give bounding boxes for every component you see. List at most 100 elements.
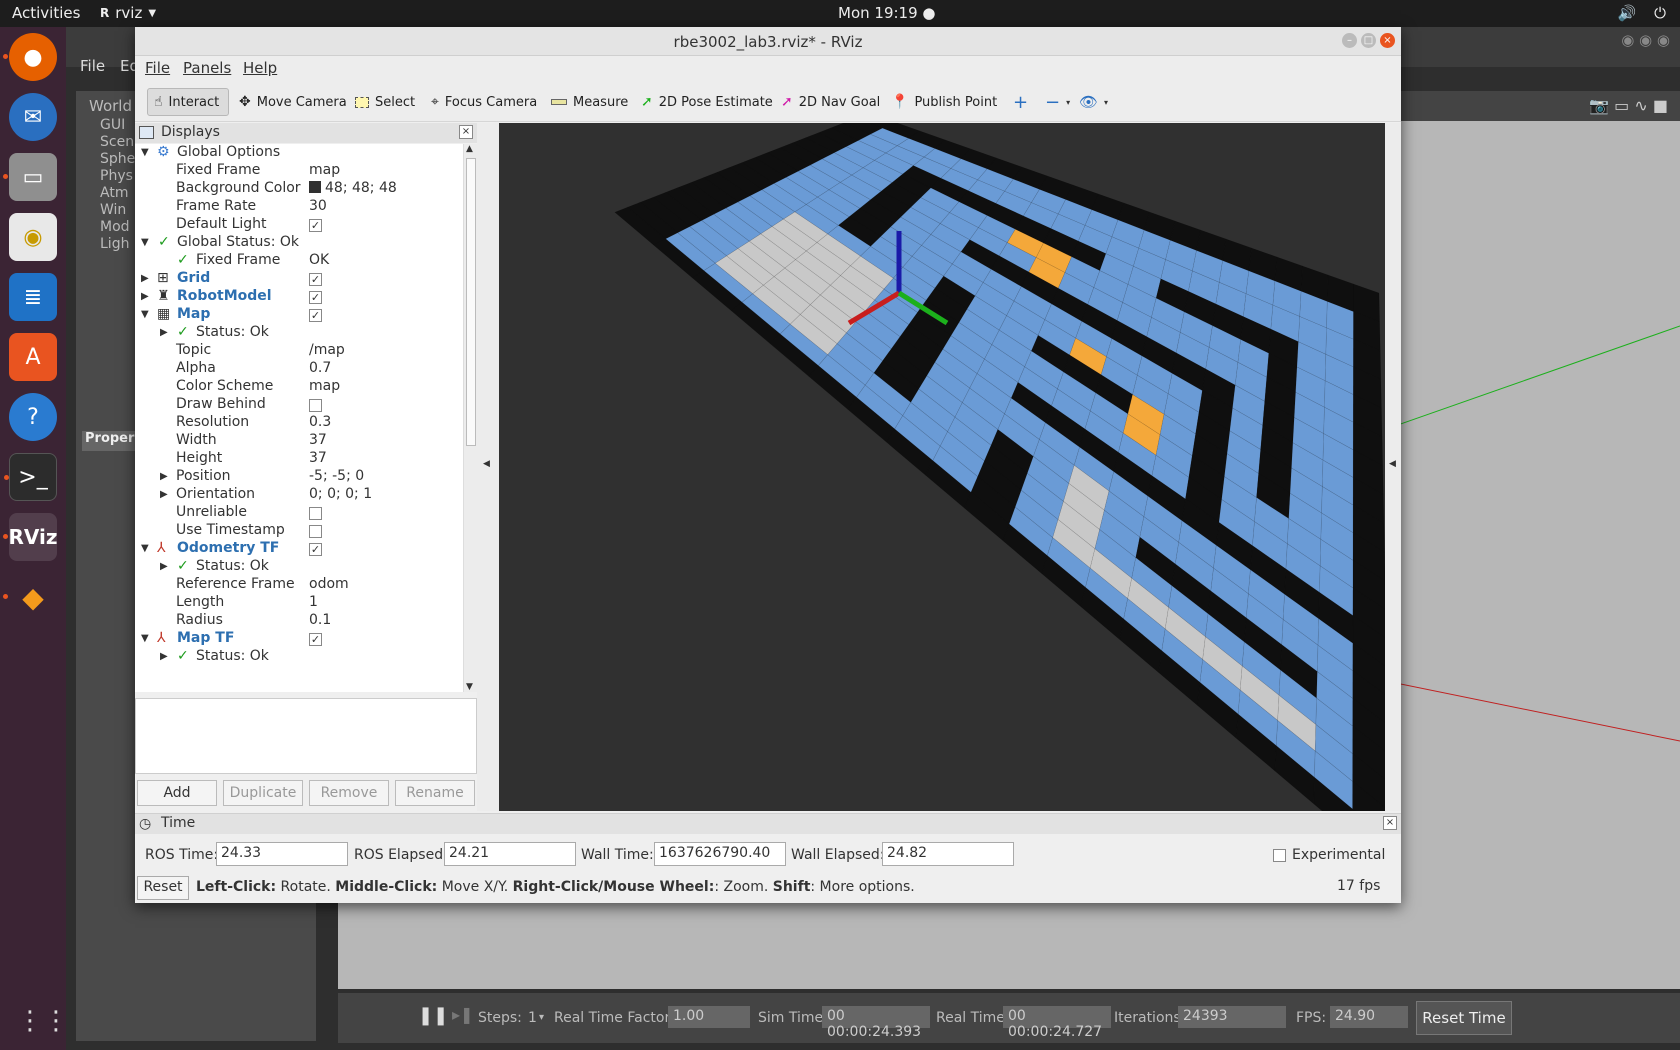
remove-tool-icon[interactable]: − ▾ bbox=[1039, 88, 1076, 116]
help-icon[interactable]: ? bbox=[9, 393, 57, 441]
tree-value-color[interactable]: 48; 48; 48 bbox=[309, 180, 397, 196]
gazebo-icon[interactable]: ◆ bbox=[3, 573, 57, 621]
scroll-down-icon[interactable]: ▼ bbox=[466, 682, 473, 692]
left-splitter[interactable]: ◀ bbox=[477, 123, 499, 811]
step-icon[interactable]: ▸❚ bbox=[452, 1005, 473, 1024]
maximize-icon[interactable]: □ bbox=[1361, 33, 1376, 48]
system-tray[interactable]: 🔊 ⏻ bbox=[1617, 4, 1666, 22]
tree-row-length[interactable]: Length 1 bbox=[135, 594, 463, 613]
tree-row-map[interactable]: ▼ ▦ Map ✓ bbox=[135, 306, 463, 325]
ros-elapsed-field[interactable]: 24.21 bbox=[444, 842, 576, 866]
gazebo-tree-item[interactable]: Scen bbox=[100, 134, 134, 150]
rviz-icon[interactable]: RViz bbox=[3, 513, 58, 561]
move-camera-tool[interactable]: ✥ Move Camera bbox=[233, 88, 353, 116]
expand-arrow-icon[interactable]: ▶ bbox=[141, 273, 149, 284]
gazebo-window-controls[interactable]: ◉ ◉ ◉ bbox=[1621, 31, 1670, 49]
expand-arrow-icon[interactable]: ▼ bbox=[141, 633, 149, 644]
app-menu[interactable]: R rviz ▼ bbox=[100, 4, 156, 22]
tree-value[interactable]: map bbox=[309, 162, 340, 178]
menu-help[interactable]: Help bbox=[243, 59, 277, 77]
expand-arrow-icon[interactable]: ▼ bbox=[141, 543, 149, 554]
gazebo-tree-item[interactable]: Phys bbox=[100, 168, 133, 184]
remove-button[interactable]: Remove bbox=[309, 780, 389, 806]
rename-button[interactable]: Rename bbox=[395, 780, 475, 806]
publish-point-tool[interactable]: 📍 Publish Point bbox=[885, 88, 1003, 116]
tree-row-grid[interactable]: ▶ ⊞ Grid ✓ bbox=[135, 270, 463, 289]
tree-row-color-scheme[interactable]: Color Scheme map bbox=[135, 378, 463, 397]
select-tool[interactable]: Select bbox=[349, 88, 421, 116]
tree-value[interactable]: 0.1 bbox=[309, 612, 331, 628]
focus-camera-tool[interactable]: ⌖ Focus Camera bbox=[425, 88, 543, 116]
tree-row-position[interactable]: ▶ Position -5; -5; 0 bbox=[135, 468, 463, 487]
tree-row-map-tf[interactable]: ▼ ⅄ Map TF ✓ bbox=[135, 630, 463, 649]
tree-value[interactable]: /map bbox=[309, 342, 345, 358]
duplicate-button[interactable]: Duplicate bbox=[223, 780, 303, 806]
terminal-icon[interactable]: >_ bbox=[4, 453, 57, 501]
interact-tool[interactable]: ☝ Interact bbox=[147, 88, 229, 116]
collapse-right-icon[interactable]: ◀ bbox=[1389, 459, 1396, 469]
tree-row-reference-frame[interactable]: Reference Frame odom bbox=[135, 576, 463, 595]
minimize-icon[interactable]: – bbox=[1342, 33, 1357, 48]
steps-value[interactable]: 1 bbox=[528, 1010, 537, 1026]
activities-button[interactable]: Activities bbox=[12, 4, 80, 22]
tree-value[interactable]: odom bbox=[309, 576, 349, 592]
tree-row-topic[interactable]: Topic/map bbox=[135, 342, 463, 361]
tree-row-alpha[interactable]: Alpha 0.7 bbox=[135, 360, 463, 379]
scrollbar-thumb[interactable] bbox=[466, 158, 476, 446]
odometry-tf-checkbox[interactable]: ✓ bbox=[309, 543, 322, 556]
tree-row-orientation[interactable]: ▶ Orientation 0; 0; 0; 1 bbox=[135, 486, 463, 505]
files-icon[interactable]: ▭ bbox=[3, 153, 57, 201]
expand-arrow-icon[interactable]: ▼ bbox=[141, 237, 149, 248]
expand-arrow-icon[interactable]: ▶ bbox=[160, 471, 168, 482]
experimental-checkbox[interactable] bbox=[1273, 848, 1286, 862]
camera-type-icon[interactable]: 👁 ▾ bbox=[1073, 88, 1114, 116]
tree-row-fixed-frame[interactable]: Fixed Frame map bbox=[135, 162, 463, 181]
collapse-left-icon[interactable]: ◀ bbox=[483, 459, 490, 469]
tree-row-width[interactable]: Width 37 bbox=[135, 432, 463, 451]
ros-time-field[interactable]: 24.33 bbox=[216, 842, 348, 866]
expand-arrow-icon[interactable]: ▶ bbox=[160, 327, 168, 338]
tree-row-height[interactable]: Height 37 bbox=[135, 450, 463, 469]
nav-goal-tool[interactable]: ➚ 2D Nav Goal bbox=[775, 88, 886, 116]
tree-row-resolution[interactable]: Resolution 0.3 bbox=[135, 414, 463, 433]
expand-arrow-icon[interactable]: ▶ bbox=[160, 489, 168, 500]
software-icon[interactable]: A bbox=[9, 333, 57, 381]
close-icon[interactable]: × bbox=[1380, 33, 1395, 48]
right-splitter[interactable]: ◀ bbox=[1385, 123, 1401, 811]
tree-row-global-options[interactable]: ▼ ⚙ Global Options bbox=[135, 144, 463, 163]
displays-scrollbar[interactable]: ▲ ▼ bbox=[463, 144, 477, 692]
scroll-up-icon[interactable]: ▲ bbox=[466, 144, 473, 154]
draw-behind-checkbox[interactable] bbox=[309, 399, 322, 412]
use-timestamp-checkbox[interactable] bbox=[309, 525, 322, 538]
tree-row-frame-rate[interactable]: Frame Rate 30 bbox=[135, 198, 463, 217]
close-icon[interactable]: × bbox=[1383, 816, 1397, 830]
tree-value[interactable]: 0.7 bbox=[309, 360, 331, 376]
pause-icon[interactable]: ❚❚ bbox=[418, 1005, 448, 1026]
gazebo-tree-item[interactable]: Mod bbox=[100, 219, 130, 235]
gazebo-tree-item[interactable]: Ligh bbox=[100, 236, 129, 252]
expand-arrow-icon[interactable]: ▶ bbox=[141, 291, 149, 302]
close-icon[interactable]: × bbox=[459, 125, 473, 139]
tree-row-map-status[interactable]: ▶ ✓ Status: Ok bbox=[135, 324, 463, 343]
menu-panels[interactable]: Panels bbox=[183, 59, 231, 77]
wall-time-field[interactable]: 1637626790.40 bbox=[654, 842, 786, 866]
add-button[interactable]: Add bbox=[137, 780, 217, 806]
expand-arrow-icon[interactable]: ▼ bbox=[141, 309, 149, 320]
unreliable-checkbox[interactable] bbox=[309, 507, 322, 520]
tree-row-odometry-tf[interactable]: ▼ ⅄ Odometry TF ✓ bbox=[135, 540, 463, 559]
gazebo-menu-file[interactable]: File bbox=[80, 57, 105, 75]
default-light-checkbox[interactable]: ✓ bbox=[309, 219, 322, 232]
pose-estimate-tool[interactable]: ➚ 2D Pose Estimate bbox=[635, 88, 779, 116]
gazebo-tree-item[interactable]: GUI bbox=[100, 117, 125, 133]
tree-value[interactable]: 1 bbox=[309, 594, 318, 610]
tree-row-gs-fixed-frame[interactable]: ✓ Fixed Frame OK bbox=[135, 252, 463, 271]
wall-elapsed-field[interactable]: 24.82 bbox=[882, 842, 1014, 866]
menu-file[interactable]: File bbox=[145, 59, 170, 77]
tree-row-default-light[interactable]: Default Light ✓ bbox=[135, 216, 463, 235]
window-titlebar[interactable]: rbe3002_lab3.rviz* - RViz – □ × bbox=[135, 27, 1401, 56]
expand-arrow-icon[interactable]: ▼ bbox=[141, 147, 149, 158]
tree-row-draw-behind[interactable]: Draw Behind bbox=[135, 396, 463, 415]
tree-row-robot-model[interactable]: ▶ ♜ RobotModel ✓ bbox=[135, 288, 463, 307]
tree-row-global-status[interactable]: ▼ ✓ Global Status: Ok bbox=[135, 234, 463, 253]
map-checkbox[interactable]: ✓ bbox=[309, 309, 322, 322]
